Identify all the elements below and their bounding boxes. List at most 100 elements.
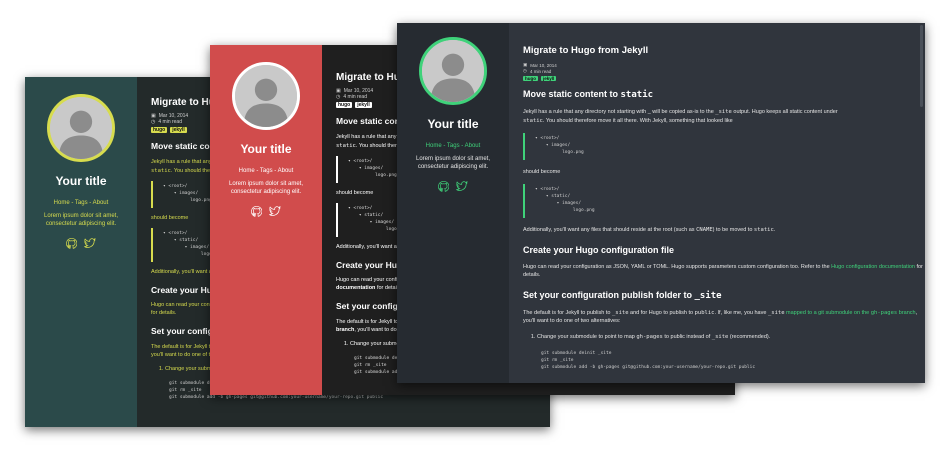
tag-hugo[interactable]: hugo bbox=[151, 127, 168, 133]
heading-publish-text: Set your configuration publish folder to bbox=[523, 289, 695, 300]
code: static bbox=[151, 167, 171, 174]
github-icon[interactable] bbox=[438, 181, 449, 192]
site-title[interactable]: Your title bbox=[210, 142, 322, 156]
tag-jekyll[interactable]: jekyll bbox=[541, 76, 557, 81]
post-content: Migrate to Hugo from Jekyll ▣Mar 10, 201… bbox=[509, 23, 925, 383]
social-links bbox=[210, 206, 322, 217]
text: mapped to a git submodule on the bbox=[786, 309, 871, 316]
clock-icon: ◷ bbox=[523, 68, 527, 73]
avatar[interactable] bbox=[232, 62, 300, 130]
code: _site bbox=[611, 309, 629, 316]
text: Jekyll has a rule that any directory not… bbox=[523, 109, 716, 115]
text: . If, like me, you have bbox=[714, 309, 768, 316]
post-read-time-text: 4 min read bbox=[529, 68, 552, 74]
list-item: Change your submodule to point to map gh… bbox=[537, 334, 925, 340]
twitter-icon[interactable] bbox=[84, 238, 96, 249]
social-links bbox=[25, 238, 137, 249]
nav-menu: Home - Tags - About bbox=[25, 200, 137, 206]
text: for details. bbox=[151, 310, 177, 317]
code: static bbox=[336, 142, 356, 149]
post-meta: ▣ Mar 10, 2014 ◷ 4 min read hugo jekyll bbox=[523, 62, 925, 81]
avatar[interactable] bbox=[419, 37, 487, 105]
code: static bbox=[523, 117, 543, 124]
nav-tags-link[interactable]: Tags bbox=[75, 200, 88, 206]
tag-hugo[interactable]: hugo bbox=[336, 102, 353, 108]
code-block-after: ▾ <root>/ ▾ static/ ▾ images/ logo.png bbox=[523, 184, 925, 219]
site-description: Lorem ipsum dolor sit amet, consectetur … bbox=[43, 213, 119, 228]
twitter-icon[interactable] bbox=[269, 206, 281, 217]
post-read-time-text: 4 min read bbox=[343, 94, 367, 100]
tag-jekyll[interactable]: jekyll bbox=[170, 127, 187, 133]
hugo-config-docs-link[interactable]: Hugo configuration documentation bbox=[831, 264, 915, 270]
nav-about-link[interactable]: About bbox=[278, 168, 294, 174]
code-block-submodule: git submodule deinit _site git rm _site … bbox=[541, 350, 756, 370]
text: output. Hugo keeps all static content un… bbox=[731, 109, 838, 115]
post-date-text: Mar 10, 2014 bbox=[530, 62, 557, 68]
code: gh-pages bbox=[870, 309, 898, 316]
sidebar: Your title Home - Tags - About Lorem ips… bbox=[210, 45, 322, 395]
post-read-time: ◷ 4 min read bbox=[523, 68, 925, 74]
site-title[interactable]: Your title bbox=[397, 117, 509, 131]
avatar[interactable] bbox=[47, 94, 115, 162]
code: _site bbox=[715, 109, 732, 115]
text: ) to be moved to bbox=[712, 227, 754, 234]
code: public bbox=[694, 309, 715, 316]
heading-static-code: static bbox=[620, 90, 654, 100]
heading-static: Move static content to static bbox=[523, 89, 925, 100]
text: branch bbox=[897, 309, 916, 316]
text: to public instead of bbox=[662, 333, 712, 340]
text: and for Hugo to publish to bbox=[628, 309, 695, 316]
text: . bbox=[773, 227, 776, 234]
site-description: Lorem ipsum dolor sit amet, consectetur … bbox=[415, 156, 491, 171]
text: Additionally, you'll want any files that… bbox=[523, 227, 697, 234]
post-read-time-text: 4 min read bbox=[158, 119, 182, 125]
text: Change your submodule to point to map bbox=[537, 333, 637, 340]
code: CNAME bbox=[696, 227, 713, 234]
alternatives-list: Change your submodule to point to map gh… bbox=[523, 334, 925, 340]
social-links bbox=[397, 181, 509, 192]
sidebar: Your title Home - Tags - About Lorem ips… bbox=[25, 77, 137, 427]
nav-tags-link[interactable]: Tags bbox=[260, 168, 273, 174]
code-block-before: ▾ <root>/ ▾ images/ logo.png bbox=[523, 133, 925, 160]
text: . You should therefore move it all there… bbox=[542, 117, 733, 124]
theme-preview-dark: Your title Home - Tags - About Lorem ips… bbox=[397, 23, 925, 383]
nav-home-link[interactable]: Home bbox=[239, 168, 255, 174]
heading-config: Create your Hugo configuration file bbox=[523, 244, 675, 255]
clock-icon: ◷ bbox=[151, 119, 156, 125]
paragraph-config: Hugo can read your configuration as JSON… bbox=[523, 263, 925, 280]
github-icon[interactable] bbox=[251, 206, 262, 217]
site-description: Lorem ipsum dolor sit amet, consectetur … bbox=[228, 181, 304, 196]
post-title[interactable]: Migrate to Hugo from Jekyll bbox=[523, 45, 925, 56]
text: Hugo can read your configuration as JSON… bbox=[523, 263, 832, 270]
twitter-icon[interactable] bbox=[456, 181, 468, 192]
sidebar: Your title Home - Tags - About Lorem ips… bbox=[397, 23, 509, 383]
text: The default is for Jekyll to publish to bbox=[523, 309, 612, 316]
post-tags: hugo jekyll bbox=[523, 76, 925, 81]
tag-hugo[interactable]: hugo bbox=[523, 76, 538, 81]
github-icon[interactable] bbox=[66, 238, 77, 249]
nav-home-link[interactable]: Home bbox=[426, 143, 442, 149]
text: (recommended). bbox=[728, 333, 771, 340]
heading-publish-code: _site bbox=[694, 290, 722, 301]
code: _site bbox=[767, 309, 785, 316]
heading-static-text: Move static content to bbox=[523, 89, 621, 99]
paragraph-publish: The default is for Jekyll to publish to … bbox=[523, 309, 925, 326]
site-title[interactable]: Your title bbox=[25, 174, 137, 188]
code: gh-pages bbox=[636, 333, 663, 340]
scrollbar[interactable] bbox=[920, 25, 923, 107]
tag-jekyll[interactable]: jekyll bbox=[355, 102, 372, 108]
nav-about-link[interactable]: About bbox=[465, 143, 481, 149]
paragraph-static: Jekyll has a rule that any directory not… bbox=[523, 108, 925, 125]
heading-publish: Set your configuration publish folder to… bbox=[523, 290, 925, 301]
code: _site bbox=[711, 333, 729, 340]
nav-about-link[interactable]: About bbox=[93, 200, 109, 206]
clock-icon: ◷ bbox=[336, 94, 341, 100]
nav-menu: Home - Tags - About bbox=[210, 168, 322, 174]
submodule-link[interactable]: mapped to a git submodule on the gh-page… bbox=[786, 310, 916, 316]
nav-home-link[interactable]: Home bbox=[54, 200, 70, 206]
nav-menu: Home - Tags - About bbox=[397, 143, 509, 149]
nav-tags-link[interactable]: Tags bbox=[447, 143, 460, 149]
should-become-text: should become bbox=[523, 168, 561, 175]
text: branch bbox=[336, 327, 355, 334]
code: static bbox=[753, 227, 774, 234]
